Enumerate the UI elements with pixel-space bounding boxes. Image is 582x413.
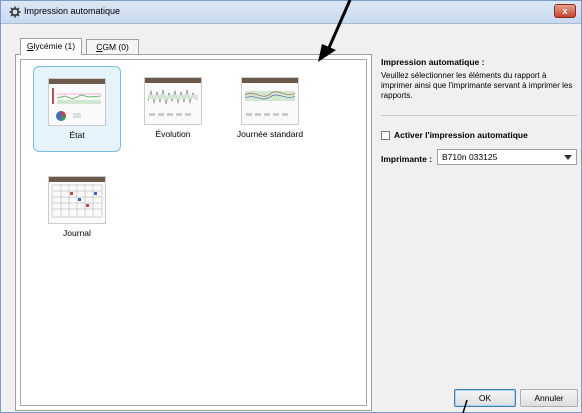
report-item-etat[interactable]: État: [33, 66, 121, 152]
printer-value: B710n 033125: [442, 152, 498, 162]
report-thumbnail: [48, 78, 106, 126]
dialog-window: Impression automatique x Glycémie (1) CG…: [0, 0, 582, 413]
report-label: Journal: [63, 228, 91, 238]
tab-glycemie[interactable]: Glycémie (1): [20, 38, 82, 55]
cancel-button[interactable]: Annuler: [520, 389, 578, 407]
tab-label: GM (0): [102, 42, 129, 52]
report-label: Évolution: [155, 129, 191, 139]
printer-select[interactable]: B710n 033125: [437, 149, 577, 165]
close-button[interactable]: x: [554, 4, 576, 18]
tab-label: lycémie (1): [33, 41, 76, 51]
tab-panel: État Évolution Journée standard Journal: [15, 54, 372, 411]
report-label: Journée standard: [236, 129, 304, 139]
report-list[interactable]: État Évolution Journée standard Journal: [20, 59, 367, 406]
gear-icon: [9, 6, 21, 18]
tab-cgm[interactable]: CGM (0): [86, 39, 139, 54]
annotation-arrow: [462, 400, 468, 413]
settings-heading: Impression automatique :: [381, 57, 485, 67]
annotation-arrow: [318, 0, 352, 62]
report-item-evolution[interactable]: Évolution: [129, 66, 217, 152]
report-label: État: [69, 130, 85, 140]
report-item-journal[interactable]: Journal: [33, 165, 121, 251]
printer-label: Imprimante :: [381, 154, 433, 164]
enable-auto-print-label[interactable]: Activer l'impression automatique: [394, 130, 528, 140]
report-thumbnail: [48, 176, 106, 224]
settings-description: Veuillez sélectionner les éléments du ra…: [381, 71, 573, 100]
report-thumbnail: [241, 77, 299, 125]
enable-auto-print-checkbox[interactable]: [381, 131, 390, 140]
tab-mnemonic: G: [26, 41, 34, 51]
report-item-journee-standard[interactable]: Journée standard: [226, 66, 314, 152]
window-title: Impression automatique: [24, 6, 121, 16]
divider: [381, 115, 577, 116]
chevron-down-icon: [564, 155, 572, 160]
report-thumbnail: [144, 77, 202, 125]
title-bar[interactable]: Impression automatique x: [1, 1, 581, 24]
